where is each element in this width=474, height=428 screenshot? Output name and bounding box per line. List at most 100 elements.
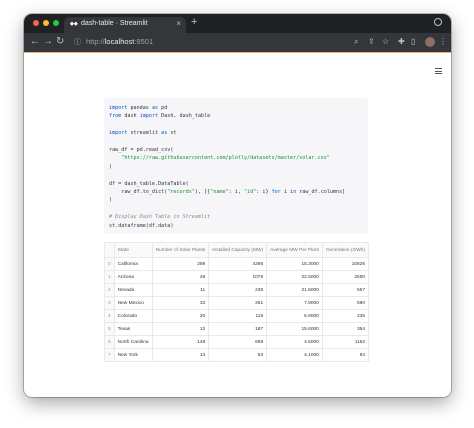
table-cell[interactable]: 148: [151, 335, 210, 349]
table-cell[interactable]: 11: [151, 283, 210, 297]
forward-arrow-icon[interactable]: →: [43, 36, 53, 48]
app-menu-icon[interactable]: [435, 68, 442, 76]
column-header[interactable]: Average MW Per Plant: [266, 242, 323, 258]
table-cell[interactable]: 1162: [321, 335, 370, 349]
table-row: 6 North Carolina 148 669 4.5000 1162: [104, 335, 370, 349]
browser-window: ◆◆ dash-table · Streamlit × + ← → ↻ ⓘ ht…: [24, 14, 451, 397]
code-token: st: [167, 130, 177, 137]
table-cell[interactable]: 5.9000: [266, 309, 323, 323]
table-cell[interactable]: 1078: [208, 270, 268, 284]
table-cell[interactable]: 15.3000: [266, 257, 323, 271]
code-token: raw_df.columns]: [296, 189, 346, 196]
url-text[interactable]: http://localhost:8501: [86, 37, 153, 46]
close-tab-icon[interactable]: ×: [176, 19, 181, 28]
streamlit-favicon-icon: ◆◆: [70, 21, 78, 27]
table-cell[interactable]: 13: [151, 348, 210, 362]
column-header[interactable]: Installed Capacity (MW): [208, 242, 268, 258]
profile-avatar[interactable]: [425, 37, 435, 47]
row-index[interactable]: 2: [104, 283, 115, 297]
table-cell[interactable]: Arizona: [113, 270, 153, 284]
extensions-icon[interactable]: ✚: [398, 37, 405, 47]
table-cell[interactable]: 7.9000: [266, 296, 323, 310]
table-cell[interactable]: 118: [208, 309, 268, 323]
table-body: 0 California 289 4395 15.3000 10826 1 Arizona 48…: [104, 257, 370, 362]
row-index[interactable]: 1: [104, 270, 115, 284]
site-info-icon[interactable]: ⓘ: [74, 37, 81, 47]
tab-search-icon[interactable]: [434, 18, 442, 26]
streamlit-app: import pandas as pd from dash import Das…: [24, 53, 451, 397]
tab-active[interactable]: ◆◆ dash-table · Streamlit ×: [64, 17, 186, 33]
code-token: pd: [158, 105, 168, 111]
code-token: # Display Dash Table in Streamlit: [109, 214, 211, 221]
row-index[interactable]: 0: [104, 257, 115, 271]
table-cell[interactable]: 20: [151, 309, 210, 323]
close-window-button[interactable]: [33, 20, 39, 26]
code-token: import: [109, 130, 128, 137]
new-tab-button[interactable]: +: [191, 16, 197, 28]
minimize-window-button[interactable]: [43, 20, 49, 26]
table-cell[interactable]: Colorado: [113, 309, 153, 323]
table-cell[interactable]: 53: [208, 348, 268, 362]
dataframe-table[interactable]: State Number of Solar Plants Installed Cap…: [104, 242, 370, 362]
zoom-icon[interactable]: ⌕: [354, 37, 358, 47]
row-index[interactable]: 6: [104, 335, 115, 349]
table-cell[interactable]: 235: [321, 309, 370, 323]
row-index[interactable]: 4: [104, 309, 115, 323]
tab-bar: ◆◆ dash-table · Streamlit × +: [24, 14, 451, 33]
table-cell[interactable]: 557: [321, 283, 370, 297]
table-cell[interactable]: 187: [208, 322, 268, 336]
code-token: streamlit: [127, 130, 162, 137]
table-cell[interactable]: 261: [208, 296, 268, 310]
row-index[interactable]: 5: [104, 322, 115, 336]
table-cell[interactable]: 2550: [321, 270, 370, 284]
code-token: ): [109, 163, 113, 170]
table-row: 0 California 289 4395 15.3000 10826: [104, 257, 370, 271]
table-row: 1 Arizona 48 1078 22.5000 2550: [104, 270, 370, 284]
table-cell[interactable]: 84: [321, 348, 370, 362]
share-icon[interactable]: ⇪: [368, 37, 375, 47]
bookmark-star-icon[interactable]: ☆: [382, 37, 389, 47]
table-cell[interactable]: 4.5000: [266, 335, 323, 349]
column-header[interactable]: Number of Solar Plants: [151, 242, 210, 258]
table-cell[interactable]: 21.6000: [266, 283, 323, 297]
table-cell[interactable]: 4.1000: [266, 348, 323, 362]
table-cell[interactable]: 4395: [208, 257, 268, 271]
table-row: 2 Nevada 11 238 21.6000 557: [104, 283, 370, 297]
table-cell[interactable]: Texas: [113, 322, 153, 336]
table-cell[interactable]: 48: [151, 270, 210, 284]
table-cell[interactable]: California: [113, 257, 153, 271]
code-text: import pandas as pd from dash import Das…: [109, 104, 345, 230]
table-cell[interactable]: Nevada: [113, 283, 153, 297]
table-cell[interactable]: 10826: [321, 257, 370, 271]
table-cell[interactable]: North Carolina: [113, 335, 153, 349]
table-cell[interactable]: 12: [151, 322, 210, 336]
back-arrow-icon[interactable]: ←: [30, 36, 40, 48]
reload-icon[interactable]: ↻: [56, 36, 64, 48]
code-token: dash: [121, 113, 140, 120]
row-index[interactable]: 7: [104, 348, 115, 362]
code-token: st.dataframe(df.data): [109, 222, 174, 229]
column-header[interactable]: State: [113, 242, 153, 258]
table-cell[interactable]: 590: [321, 296, 370, 310]
row-index[interactable]: 3: [104, 296, 115, 310]
table-cell[interactable]: 354: [321, 322, 370, 336]
table-row: 7 New York 13 53 4.1000 84: [104, 348, 370, 362]
maximize-window-button[interactable]: [53, 20, 59, 26]
table-cell[interactable]: 289: [151, 257, 210, 271]
table-cell[interactable]: New Mexico: [113, 296, 153, 310]
table-cell[interactable]: 238: [208, 283, 268, 297]
column-header[interactable]: [104, 242, 115, 258]
url-scheme: http://: [86, 37, 105, 46]
table-cell[interactable]: 669: [208, 335, 268, 349]
table-row: 4 Colorado 20 118 5.9000 235: [104, 309, 370, 323]
more-menu-icon[interactable]: ⋮: [439, 37, 447, 47]
table-cell[interactable]: 22.5000: [266, 270, 323, 284]
sidebar-icon[interactable]: ▯: [411, 37, 415, 47]
code-token: : i,: [228, 189, 244, 196]
code-token: from: [109, 113, 122, 120]
column-header[interactable]: Generation (GWh): [321, 242, 370, 258]
table-cell[interactable]: 33: [151, 296, 210, 310]
table-cell[interactable]: New York: [113, 348, 153, 362]
table-cell[interactable]: 15.6000: [266, 322, 323, 336]
